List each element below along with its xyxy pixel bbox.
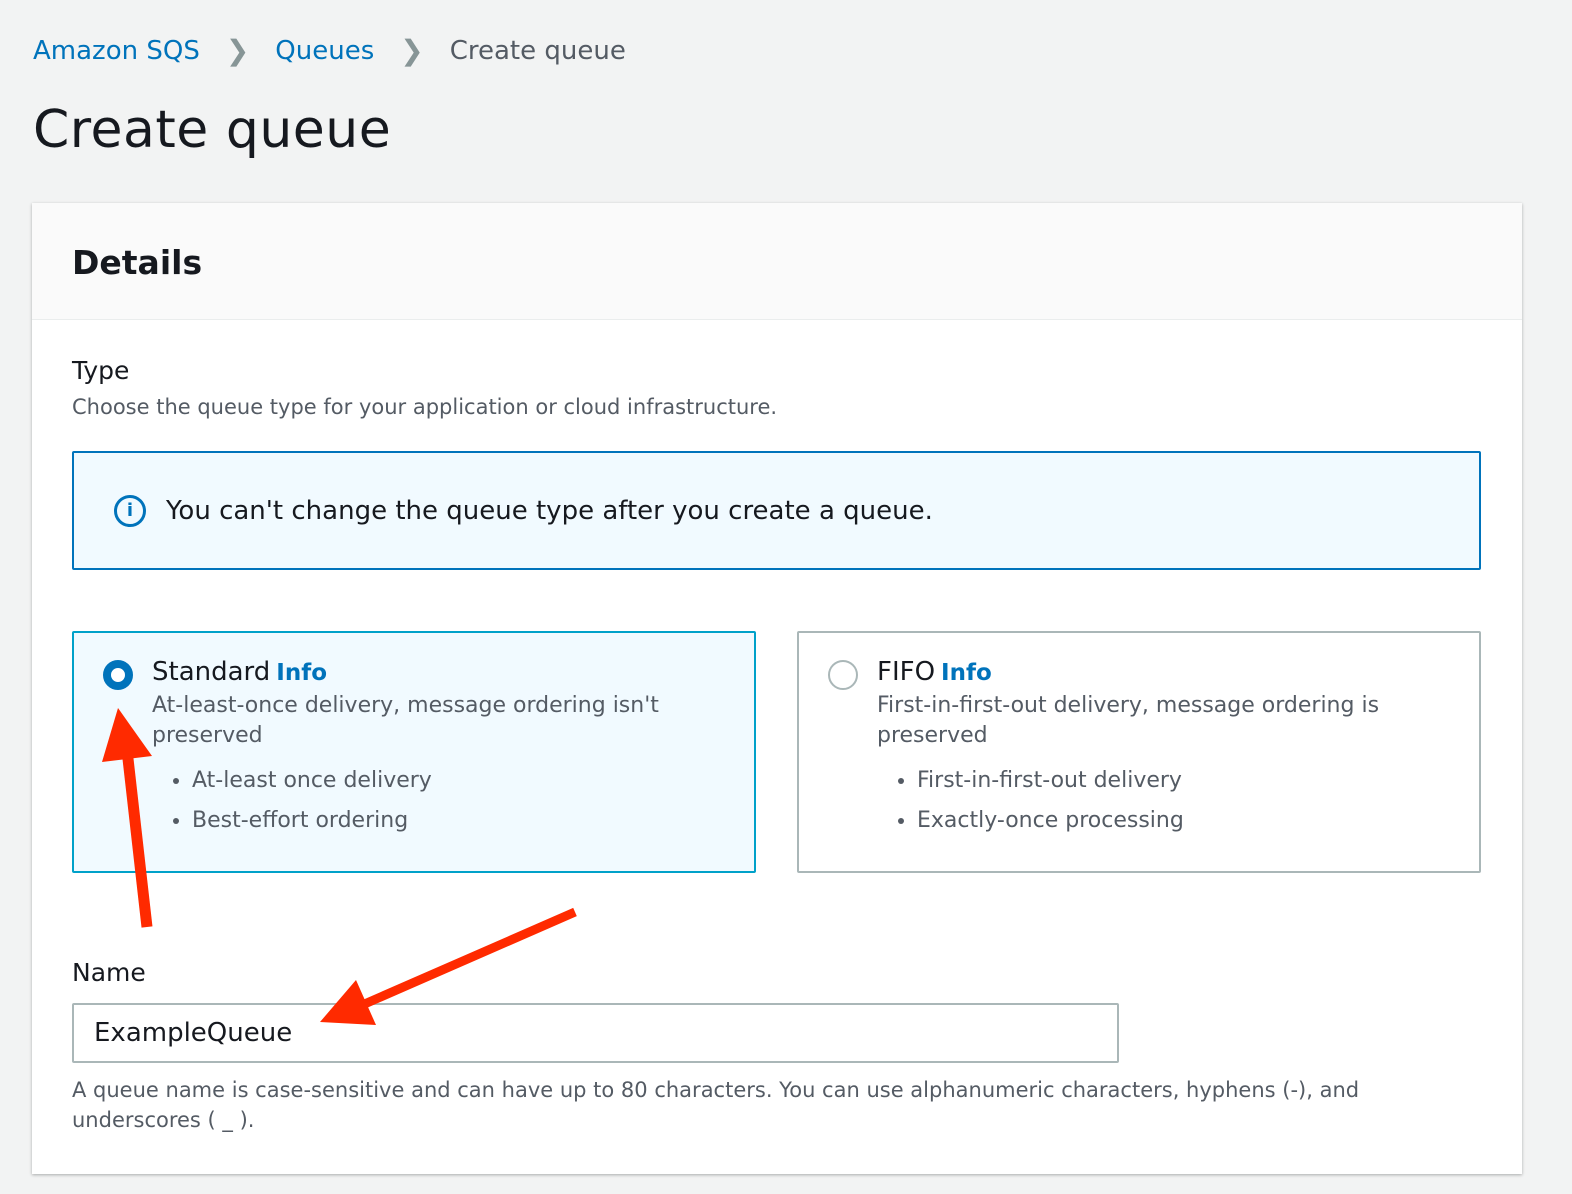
option-title: FIFO	[877, 657, 936, 687]
option-description: At-least-once delivery, message ordering…	[152, 693, 659, 748]
option-bullet: At-least once delivery	[192, 761, 754, 801]
breadcrumb-current: Create queue	[449, 35, 626, 66]
breadcrumb-amazon-sqs[interactable]: Amazon SQS	[33, 36, 200, 66]
type-description: Choose the queue type for your applicati…	[72, 395, 778, 419]
chevron-right-icon: ❯	[400, 34, 424, 67]
alert-text: You can't change the queue type after yo…	[166, 495, 933, 526]
standard-option[interactable]: Standard Info At-least-once delivery, mes…	[72, 631, 756, 873]
type-label: Type	[72, 356, 130, 385]
info-alert: i You can't change the queue type after …	[72, 451, 1481, 570]
details-panel: Details Type Choose the queue type for y…	[32, 203, 1522, 1174]
fifo-option[interactable]: FIFO Info First-in-first-out delivery, me…	[797, 631, 1481, 873]
standard-radio[interactable]	[103, 660, 133, 690]
breadcrumb-queues[interactable]: Queues	[275, 36, 374, 66]
fifo-radio[interactable]	[828, 660, 858, 690]
option-bullet: Best-effort ordering	[192, 801, 754, 841]
option-bullet: Exactly-once processing	[917, 801, 1479, 841]
panel-header: Details	[32, 203, 1522, 320]
option-bullet: First-in-first-out delivery	[917, 761, 1479, 801]
queue-name-input[interactable]	[72, 1003, 1119, 1063]
name-hint: A queue name is case-sensitive and can h…	[72, 1078, 1360, 1132]
page-title: Create queue	[33, 100, 392, 160]
info-icon: i	[114, 494, 146, 527]
chevron-right-icon: ❯	[225, 34, 250, 67]
panel-title: Details	[72, 243, 203, 282]
option-title: Standard	[152, 657, 271, 687]
standard-info-link[interactable]: Info	[276, 660, 327, 686]
name-label: Name	[72, 958, 146, 987]
fifo-info-link[interactable]: Info	[941, 660, 992, 686]
option-description: First-in-first-out delivery, message ord…	[877, 693, 1380, 748]
breadcrumb: Amazon SQS ❯ Queues ❯ Create queue	[33, 34, 626, 67]
